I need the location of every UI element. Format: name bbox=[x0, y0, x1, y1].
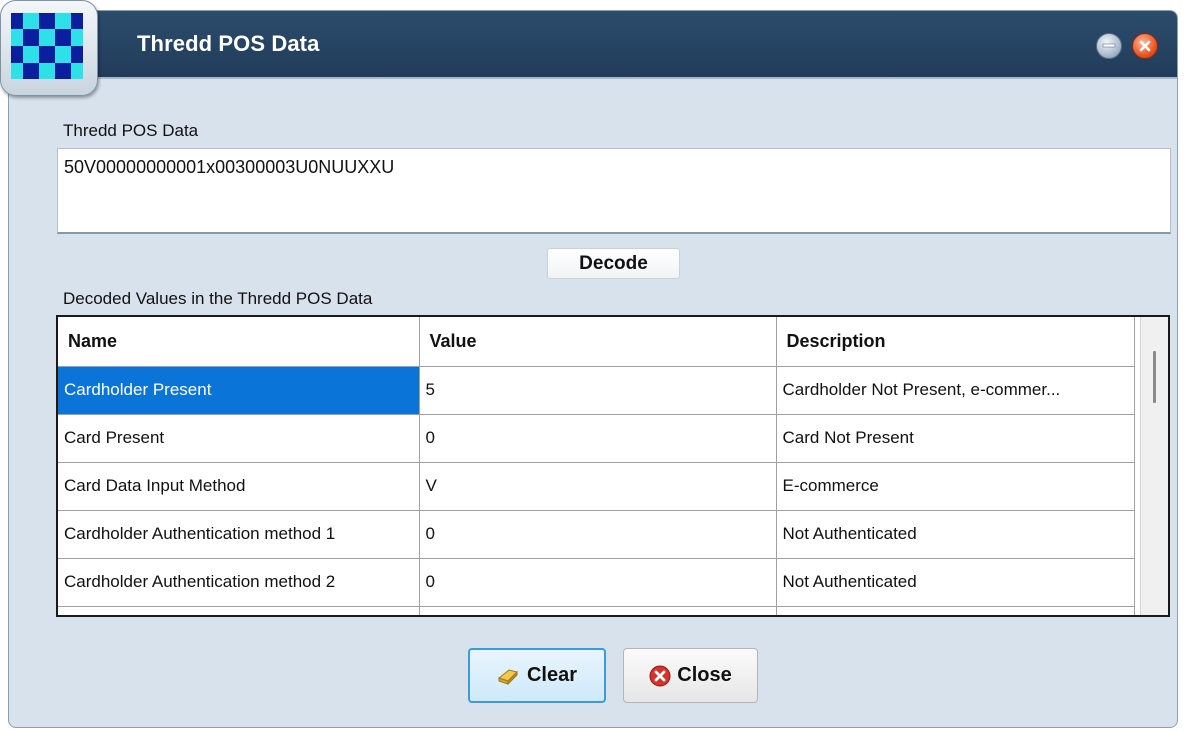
app-window: Thredd POS Data Thredd POS Data 50V00000… bbox=[8, 10, 1178, 728]
cell-value[interactable]: V bbox=[418, 461, 777, 511]
cell-name[interactable] bbox=[58, 605, 420, 615]
close-icon bbox=[1139, 40, 1151, 52]
cell-value[interactable] bbox=[418, 605, 777, 615]
column-header-name[interactable]: Name bbox=[58, 317, 420, 367]
cell-description[interactable]: Not Authenticated bbox=[775, 557, 1135, 607]
cell-description[interactable] bbox=[775, 605, 1135, 615]
cell-name[interactable]: Card Data Input Method bbox=[58, 461, 420, 511]
table-row[interactable] bbox=[58, 605, 1135, 615]
table-row[interactable]: Card Data Input Method V E-commerce bbox=[58, 461, 1135, 511]
close-button-label: Close bbox=[677, 664, 732, 686]
cell-name[interactable]: Card Present bbox=[58, 413, 420, 463]
clear-button[interactable]: Clear bbox=[468, 648, 606, 703]
decode-button[interactable]: Decode bbox=[547, 248, 680, 279]
scrollbar-thumb[interactable] bbox=[1153, 351, 1156, 403]
table-row[interactable]: Cardholder Authentication method 1 0 Not… bbox=[58, 509, 1135, 559]
cell-name[interactable]: Cardholder Authentication method 1 bbox=[58, 509, 420, 559]
table-row[interactable]: Card Present 0 Card Not Present bbox=[58, 413, 1135, 463]
close-circle-icon bbox=[649, 665, 671, 686]
column-header-value[interactable]: Value bbox=[418, 317, 777, 367]
decoded-values-table: Name Value Description Cardholder Presen… bbox=[58, 317, 1135, 615]
table-row[interactable]: Cardholder Present 5 Cardholder Not Pres… bbox=[58, 365, 1135, 415]
cell-name[interactable]: Cardholder Present bbox=[58, 365, 420, 415]
cell-value[interactable]: 0 bbox=[418, 509, 777, 559]
title-bar[interactable]: Thredd POS Data bbox=[9, 11, 1177, 79]
vertical-scrollbar[interactable] bbox=[1140, 317, 1168, 615]
close-button[interactable]: Close bbox=[623, 648, 758, 703]
checkerboard-app-icon bbox=[11, 13, 83, 79]
pos-data-label: Thredd POS Data bbox=[63, 121, 199, 140]
window-close-button[interactable] bbox=[1132, 33, 1158, 59]
cell-value[interactable]: 0 bbox=[418, 413, 777, 463]
cell-description[interactable]: Card Not Present bbox=[775, 413, 1135, 463]
table-row[interactable]: Cardholder Authentication method 2 0 Not… bbox=[58, 557, 1135, 607]
cell-name[interactable]: Cardholder Authentication method 2 bbox=[58, 557, 420, 607]
cell-value[interactable]: 5 bbox=[418, 365, 777, 415]
cell-description[interactable]: E-commerce bbox=[775, 461, 1135, 511]
decoded-values-label: Decoded Values in the Thredd POS Data bbox=[63, 289, 373, 308]
minimize-button[interactable] bbox=[1096, 33, 1122, 59]
app-icon-frame bbox=[0, 0, 98, 96]
table-header-row: Name Value Description bbox=[58, 317, 1135, 367]
minimize-icon bbox=[1102, 43, 1116, 48]
decoded-values-grid[interactable]: Name Value Description Cardholder Presen… bbox=[56, 315, 1170, 617]
eraser-icon bbox=[497, 668, 518, 685]
pos-data-input[interactable]: 50V00000000001x00300003U0NUUXXU bbox=[57, 148, 1171, 234]
clear-button-label: Clear bbox=[526, 664, 578, 686]
column-header-description[interactable]: Description bbox=[775, 317, 1135, 367]
window-title: Thredd POS Data bbox=[137, 31, 320, 56]
cell-value[interactable]: 0 bbox=[418, 557, 777, 607]
cell-description[interactable]: Not Authenticated bbox=[775, 509, 1135, 559]
cell-description[interactable]: Cardholder Not Present, e-commer... bbox=[775, 365, 1135, 415]
